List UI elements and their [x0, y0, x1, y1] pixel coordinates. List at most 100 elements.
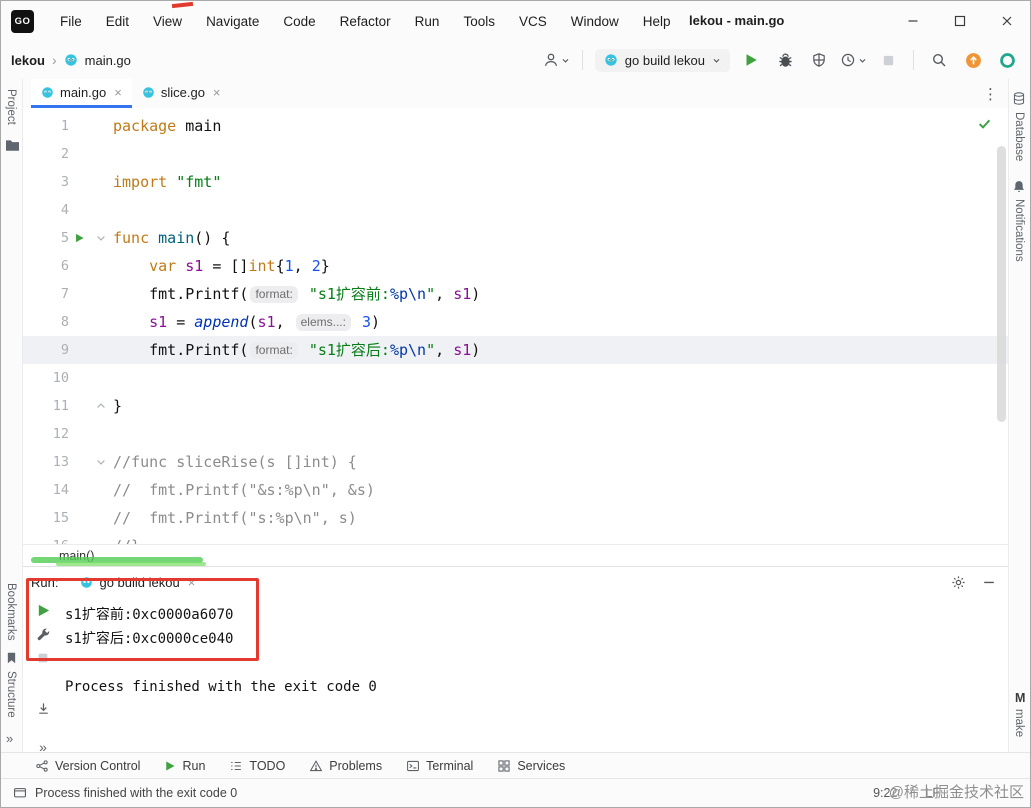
toolwindow-notifications-label[interactable]: Notifications: [1013, 199, 1025, 262]
code-line-11[interactable]: 11}: [23, 392, 1008, 420]
run-panel-title: Run:: [31, 574, 59, 590]
toolwindow-problems[interactable]: Problems: [309, 759, 382, 773]
run-config-tab[interactable]: go build lekou ×: [80, 575, 195, 590]
fold-up-icon[interactable]: [89, 392, 113, 420]
search-icon[interactable]: [926, 47, 952, 73]
menu-item-view[interactable]: View: [142, 10, 193, 33]
run-output-line: Process finished with the exit code 0: [65, 679, 377, 695]
menu-item-help[interactable]: Help: [632, 10, 682, 33]
close-icon[interactable]: ×: [188, 575, 196, 590]
code-line-7[interactable]: 7 fmt.Printf(format: "s1扩容前:%p\n", s1): [23, 280, 1008, 308]
make-tool-icon[interactable]: M: [1015, 691, 1025, 705]
bookmark-icon[interactable]: [5, 651, 18, 665]
breadcrumb-function[interactable]: main(): [59, 549, 94, 563]
more-icon[interactable]: »: [6, 731, 13, 746]
status-message: Process finished with the exit code 0: [35, 786, 238, 800]
menu-item-vcs[interactable]: VCS: [508, 10, 558, 33]
code-line-8[interactable]: 8 s1 = append(s1, elems...: 3): [23, 308, 1008, 336]
breadcrumb-file[interactable]: main.go: [85, 53, 131, 68]
maximize-button[interactable]: [936, 1, 983, 41]
toolwindow-database-label[interactable]: Database: [1013, 112, 1025, 161]
menu-item-refactor[interactable]: Refactor: [329, 10, 402, 33]
fold-space: [89, 532, 113, 544]
more-icon[interactable]: »: [39, 739, 47, 755]
notifications-bell-icon[interactable]: [1012, 179, 1026, 194]
menu-item-window[interactable]: Window: [560, 10, 630, 33]
code-line-4[interactable]: 4: [23, 196, 1008, 224]
code-line-9[interactable]: 9 fmt.Printf(format: "s1扩容后:%p\n", s1): [23, 336, 1008, 364]
toolwindow-terminal[interactable]: Terminal: [406, 759, 473, 773]
code-line-12[interactable]: 12: [23, 420, 1008, 448]
hide-panel-icon[interactable]: [982, 575, 996, 589]
go-file-icon: [41, 86, 54, 99]
menu-item-file[interactable]: File: [49, 10, 93, 33]
fold-down-icon[interactable]: [89, 448, 113, 476]
toolwindow-make-label[interactable]: make: [1013, 709, 1025, 737]
scroll-to-end-icon[interactable]: [36, 701, 51, 716]
code-line-14[interactable]: 14 // fmt.Printf("&s:%p\n", &s): [23, 476, 1008, 504]
user-profile-button[interactable]: [543, 47, 570, 73]
menu-item-code[interactable]: Code: [272, 10, 326, 33]
code-line-2[interactable]: 2: [23, 140, 1008, 168]
toolwindow-todo[interactable]: TODO: [229, 759, 285, 773]
code-editor[interactable]: 1 package main 2 3 import "fmt" 4 5 func main()…: [23, 108, 1008, 544]
editor-scrollbar[interactable]: [997, 146, 1006, 422]
toolbar-separator: [581, 50, 583, 70]
close-icon[interactable]: ×: [213, 85, 221, 100]
menu-item-run[interactable]: Run: [404, 10, 451, 33]
code-line-5[interactable]: 5 func main() {: [23, 224, 1008, 252]
line-number: 5: [60, 230, 69, 246]
code-line-3[interactable]: 3 import "fmt": [23, 168, 1008, 196]
inspection-ok-icon[interactable]: [977, 116, 992, 131]
fold-space: [89, 504, 113, 532]
run-output: s1扩容前:0xc0000a6070 s1扩容后:0xc0000ce040 Proc…: [65, 597, 1008, 699]
minimize-button[interactable]: [889, 1, 936, 41]
menu-item-edit[interactable]: Edit: [95, 10, 140, 33]
version-control-icon: [35, 759, 49, 773]
tab-label: slice.go: [160, 84, 205, 100]
toolwindow-run[interactable]: Run: [164, 759, 205, 773]
debug-bug-icon[interactable]: [772, 47, 798, 73]
run-line-icon[interactable]: [69, 224, 89, 252]
toolwindow-bookmarks-label[interactable]: Bookmarks: [5, 583, 17, 641]
coverage-shield-icon[interactable]: [806, 47, 832, 73]
code-line-1[interactable]: 1 package main: [23, 112, 1008, 140]
run-button[interactable]: [738, 47, 764, 73]
code-line-16[interactable]: 16 //}: [23, 532, 1008, 544]
gutter-space: [69, 504, 89, 532]
stop-button[interactable]: [36, 651, 50, 665]
tab-slice-go[interactable]: slice.go ×: [132, 79, 231, 108]
fold-down-icon[interactable]: [89, 224, 113, 252]
build-wrench-icon[interactable]: [36, 627, 51, 642]
codewithme-icon[interactable]: [994, 47, 1020, 73]
toolbar-actions: go build lekou: [543, 47, 1020, 73]
breadcrumb-project[interactable]: lekou: [11, 53, 45, 68]
code-line-15[interactable]: 15 // fmt.Printf("s:%p\n", s): [23, 504, 1008, 532]
toolwindow-services[interactable]: Services: [497, 759, 565, 773]
update-available-icon[interactable]: [960, 47, 986, 73]
menu-item-tools[interactable]: Tools: [452, 10, 506, 33]
profiler-clock-icon[interactable]: [840, 47, 867, 73]
run-panel-actions: [951, 575, 996, 590]
settings-gear-icon[interactable]: [951, 575, 966, 590]
toolwindow-structure-label[interactable]: Structure: [5, 671, 17, 718]
menu-item-navigate[interactable]: Navigate: [195, 10, 270, 33]
go-file-icon: [64, 53, 78, 67]
folder-icon[interactable]: [5, 139, 20, 152]
menu-dots-icon[interactable]: ⋮: [983, 85, 998, 103]
code-line-10[interactable]: 10: [23, 364, 1008, 392]
tab-main-go[interactable]: main.go ×: [31, 79, 132, 108]
toolwindow-version-control[interactable]: Version Control: [35, 759, 140, 773]
close-icon[interactable]: ×: [114, 85, 122, 100]
database-icon[interactable]: [1012, 91, 1026, 106]
stop-button[interactable]: [875, 47, 901, 73]
close-button[interactable]: [983, 1, 1030, 41]
line-number: 7: [60, 286, 69, 302]
code-line-13[interactable]: 13 //func sliceRise(s []int) {: [23, 448, 1008, 476]
run-config-select[interactable]: go build lekou: [594, 48, 730, 72]
rerun-button[interactable]: [36, 603, 51, 618]
code-line-6[interactable]: 6 var s1 = []int{1, 2}: [23, 252, 1008, 280]
gutter-space: [69, 392, 89, 420]
code-text: //func sliceRise(s []int) {: [113, 453, 357, 471]
toolwindow-project-label[interactable]: Project: [5, 89, 17, 125]
